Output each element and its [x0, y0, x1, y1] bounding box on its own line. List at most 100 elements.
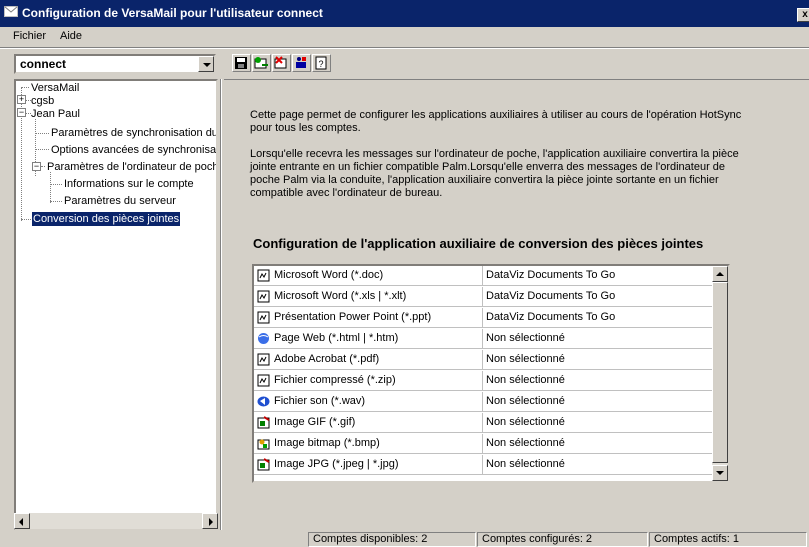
table-row[interactable]: Image bitmap (*.bmp) Non sélectionné	[254, 434, 712, 454]
doc-icon	[257, 353, 270, 366]
scroll-left-button[interactable]	[14, 513, 30, 529]
attachment-grid[interactable]: Microsoft Word (*.doc) DataViz Documents …	[252, 264, 730, 483]
tree-item-account-info[interactable]: Informations sur le compte	[64, 177, 194, 191]
tree-connector	[50, 201, 62, 202]
close-button[interactable]: x	[797, 8, 809, 22]
helper-app-cell[interactable]: Non sélectionné	[483, 455, 712, 475]
helper-app-cell[interactable]: Non sélectionné	[483, 329, 712, 349]
menu-fichier[interactable]: Fichier	[13, 30, 46, 42]
intro-paragraph-1: Cette page permet de configurer les appl…	[250, 109, 742, 134]
file-type-cell[interactable]: Présentation Power Point (*.ppt)	[254, 308, 483, 328]
tree-connector	[50, 184, 62, 185]
file-type-cell[interactable]: Microsoft Word (*.xls | *.xlt)	[254, 287, 483, 307]
helper-app-cell[interactable]: DataViz Documents To Go	[483, 308, 712, 328]
helper-app-cell[interactable]: Non sélectionné	[483, 413, 712, 433]
file-type-cell[interactable]: Microsoft Word (*.doc)	[254, 266, 483, 286]
save-icon	[235, 57, 247, 69]
save-button[interactable]	[232, 54, 251, 72]
menu-bar: Fichier Aide	[0, 27, 809, 47]
helper-app-cell[interactable]: Non sélectionné	[483, 392, 712, 412]
tree-item-advanced-sync[interactable]: Options avancées de synchronisation	[51, 143, 216, 157]
arrow-down-icon	[716, 471, 724, 475]
table-row[interactable]: Fichier compressé (*.zip) Non sélectionné	[254, 371, 712, 391]
status-active: Comptes actifs: 1	[649, 532, 807, 547]
helper-app-cell[interactable]: DataViz Documents To Go	[483, 266, 712, 286]
collapse-icon[interactable]: −	[17, 108, 26, 117]
image-icon	[257, 416, 270, 429]
menu-separator	[0, 47, 809, 49]
table-row[interactable]: Microsoft Word (*.xls | *.xlt) DataViz Do…	[254, 287, 712, 307]
file-type-cell[interactable]: Image bitmap (*.bmp)	[254, 434, 483, 454]
doc-icon	[257, 290, 270, 303]
scroll-right-button[interactable]	[202, 513, 218, 529]
table-row[interactable]: Image JPG (*.jpeg | *.jpg) Non sélectionn…	[254, 455, 712, 475]
tree-connector	[41, 166, 45, 167]
tree-item-versamail[interactable]: VersaMail	[31, 81, 79, 95]
table-row[interactable]: Fichier son (*.wav) Non sélectionné	[254, 392, 712, 412]
tree-item-attachment-conversion[interactable]: Conversion des pièces jointes	[32, 212, 181, 226]
menu-aide[interactable]: Aide	[60, 30, 82, 42]
arrow-up-icon	[716, 272, 724, 276]
scroll-thumb[interactable]	[712, 282, 728, 463]
window-title: Configuration de VersaMail pour l'utilis…	[22, 6, 323, 20]
file-type-cell[interactable]: Fichier compressé (*.zip)	[254, 371, 483, 391]
grid-vertical-scrollbar[interactable]	[712, 266, 728, 481]
scroll-down-button[interactable]	[712, 465, 728, 481]
user-select-value: connect	[20, 57, 67, 71]
file-type-cell[interactable]: Adobe Acrobat (*.pdf)	[254, 350, 483, 370]
account-tree[interactable]: + − − VersaMail cgsb Jean Paul Paramètre…	[14, 79, 218, 530]
delete-icon	[274, 56, 287, 69]
tree-item-jean-paul[interactable]: Jean Paul	[31, 107, 80, 121]
tree-horizontal-scrollbar[interactable]	[14, 513, 218, 529]
helper-app-cell[interactable]: Non sélectionné	[483, 350, 712, 370]
intro-paragraph-2: Lorsqu'elle recevra les messages sur l'o…	[250, 148, 739, 199]
table-row[interactable]: Microsoft Word (*.doc) DataViz Documents …	[254, 266, 712, 286]
file-type-label: Fichier compressé (*.zip)	[274, 374, 396, 386]
arrow-right-icon	[209, 518, 213, 526]
helper-app-cell[interactable]: Non sélectionné	[483, 371, 712, 391]
file-type-cell[interactable]: Image JPG (*.jpeg | *.jpg)	[254, 455, 483, 475]
file-type-cell[interactable]: Image GIF (*.gif)	[254, 413, 483, 433]
file-type-label: Image GIF (*.gif)	[274, 416, 356, 428]
tree-item-cgsb[interactable]: cgsb	[31, 94, 54, 108]
scroll-up-button[interactable]	[712, 266, 728, 282]
doc-icon	[257, 269, 270, 282]
help-button[interactable]: ?	[312, 54, 331, 72]
user-select[interactable]: connect	[14, 54, 216, 74]
doc-icon	[257, 311, 270, 324]
sound-icon	[257, 396, 270, 407]
install-button[interactable]	[292, 54, 311, 72]
file-type-label: Présentation Power Point (*.ppt)	[274, 311, 432, 323]
helper-app-cell[interactable]: Non sélectionné	[483, 434, 712, 454]
table-row[interactable]: Présentation Power Point (*.ppt) DataViz …	[254, 308, 712, 328]
title-bar: Configuration de VersaMail pour l'utilis…	[0, 0, 809, 27]
status-available: Comptes disponibles: 2	[308, 532, 476, 547]
svg-text:?: ?	[318, 59, 323, 69]
intro-text: Cette page permet de configurer les appl…	[250, 109, 745, 213]
table-row[interactable]: Page Web (*.html | *.htm) Non sélectionné	[254, 329, 712, 349]
doc-icon	[257, 374, 270, 387]
delete-button[interactable]	[272, 54, 291, 72]
tree-item-server-settings[interactable]: Paramètres du serveur	[64, 194, 176, 208]
file-type-cell[interactable]: Page Web (*.html | *.htm)	[254, 329, 483, 349]
section-title: Configuration de l'application auxiliair…	[253, 236, 704, 251]
collapse-icon[interactable]: −	[32, 162, 41, 171]
arrow-left-icon	[19, 518, 23, 526]
file-type-label: Image bitmap (*.bmp)	[274, 437, 380, 449]
expand-icon[interactable]: +	[17, 95, 26, 104]
table-row[interactable]: Adobe Acrobat (*.pdf) Non sélectionné	[254, 350, 712, 370]
help-icon: ?	[315, 56, 327, 70]
file-type-cell[interactable]: Fichier son (*.wav)	[254, 392, 483, 412]
file-type-label: Microsoft Word (*.xls | *.xlt)	[274, 290, 407, 302]
file-type-label: Image JPG (*.jpeg | *.jpg)	[274, 458, 399, 470]
chevron-down-icon[interactable]	[198, 56, 214, 72]
install-icon	[296, 57, 306, 68]
tree-connector	[50, 172, 51, 203]
table-row[interactable]: Image GIF (*.gif) Non sélectionné	[254, 413, 712, 433]
tree-item-sync-settings[interactable]: Paramètres de synchronisation du compte	[51, 126, 216, 140]
panel-splitter[interactable]	[220, 79, 222, 530]
helper-app-cell[interactable]: DataViz Documents To Go	[483, 287, 712, 307]
tree-connector	[35, 149, 49, 150]
add-button[interactable]	[252, 54, 271, 72]
tree-item-handheld-settings[interactable]: Paramètres de l'ordinateur de poche	[47, 160, 216, 174]
